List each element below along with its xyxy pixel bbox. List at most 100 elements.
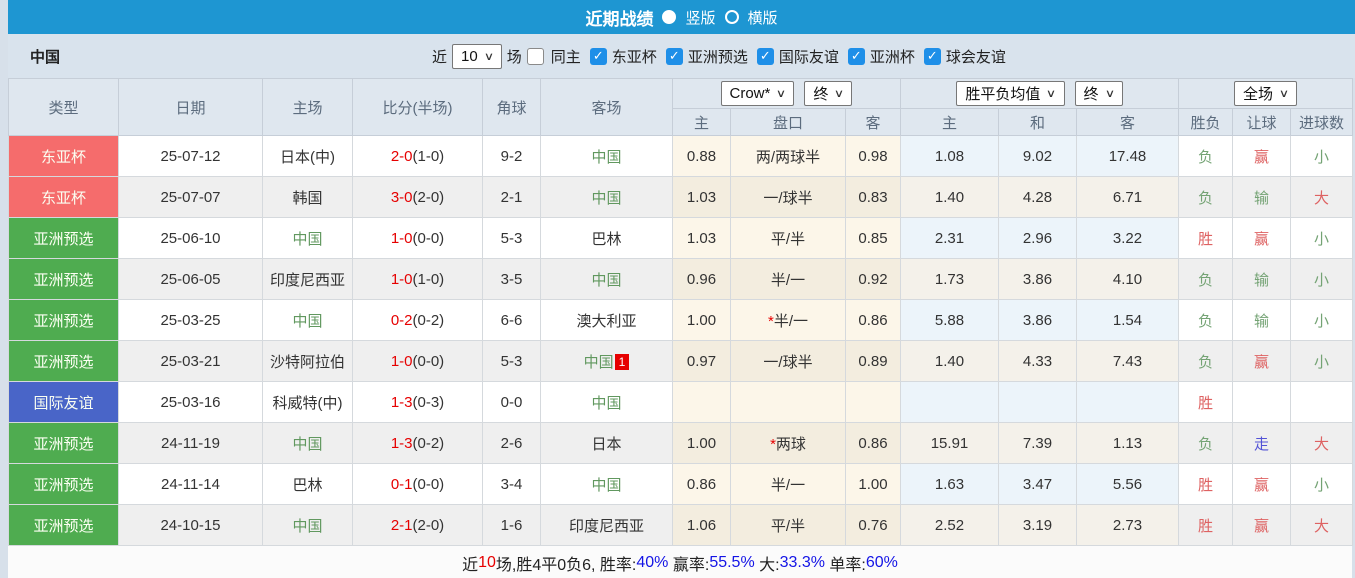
cell-home-team: 日本(中) (262, 135, 353, 177)
competition-label-asiancup[interactable]: 亚洲杯 (870, 46, 915, 67)
recent-count-select[interactable]: 10 ∨ (452, 43, 502, 69)
europe-odds-type-select[interactable]: 胜平负均值 ∨ (956, 81, 1065, 106)
cell-asia-home-odds (672, 381, 731, 423)
competition-checkbox-asiancup[interactable]: ✓ (847, 47, 865, 65)
cell-europe-draw-odds: 3.19 (998, 504, 1077, 546)
cell-corners: 1-6 (482, 504, 541, 546)
cell-asia-home-odds: 1.00 (672, 422, 731, 464)
cell-europe-draw-odds: 3.86 (998, 258, 1077, 300)
same-home-checkbox[interactable] (526, 47, 544, 65)
cell-date: 24-10-15 (118, 504, 263, 546)
cell-europe-draw-odds: 3.47 (998, 463, 1077, 505)
cell-goals-result: 小 (1290, 135, 1353, 177)
summary-bar: 近 10 场,胜4平0负6, 胜率: 40% 赢率: 55.5% 大: 33.3% 单率:… (8, 546, 1352, 578)
competition-checkbox-clubfriendly[interactable]: ✓ (923, 47, 941, 65)
subheader-europe-away: 客 (1076, 108, 1179, 136)
results-table: 类型 日期 主场 比分(半场) 角球 客场 Crow* ∨ 终 ∨ 胜平负均值 … (8, 78, 1353, 546)
cell-score: 1-0(1-0) (352, 258, 483, 300)
topbar: 近期战绩 竖版 横版 (8, 0, 1355, 34)
cell-asia-away-odds: 0.83 (845, 176, 901, 218)
cell-asia-home-odds: 1.00 (672, 299, 731, 341)
cell-away-team: 中国 (540, 176, 673, 218)
cell-handicap: 半/一 (730, 463, 846, 505)
cell-handicap-result: 输 (1232, 299, 1291, 341)
check-icon: ✓ (592, 48, 604, 63)
cell-win-loss: 胜 (1178, 217, 1233, 259)
cell-competition-type: 亚洲预选 (8, 463, 119, 505)
cell-asia-away-odds: 0.89 (845, 340, 901, 382)
summary-segment: 赢率: (668, 556, 710, 574)
table-row: 东亚杯 25-07-07 韩国 3-0(2-0) 2-1 中国 1.03 一/球半 0.83 1.… (8, 176, 1353, 218)
europe-odds-time-select[interactable]: 终 ∨ (1074, 81, 1123, 106)
asia-odds-time-select[interactable]: 终 ∨ (804, 81, 853, 106)
header-date: 日期 (118, 78, 263, 136)
table-row: 东亚杯 25-07-12 日本(中) 2-0(1-0) 9-2 中国 0.88 两/两球半 0.… (8, 135, 1353, 177)
cell-competition-type: 东亚杯 (8, 135, 119, 177)
period-select[interactable]: 全场 ∨ (1233, 81, 1298, 106)
page-title: 近期战绩 (585, 9, 654, 29)
cell-corners: 5-3 (482, 217, 541, 259)
cell-goals-result: 小 (1290, 217, 1353, 259)
competition-checkbox-asianqual[interactable]: ✓ (665, 47, 683, 65)
asia-odds-company-select[interactable]: Crow* ∨ (720, 81, 795, 106)
cell-score: 1-0(0-0) (352, 340, 483, 382)
competition-label-asianqual[interactable]: 亚洲预选 (688, 46, 748, 67)
cell-win-loss: 负 (1178, 176, 1233, 218)
cell-europe-draw-odds (998, 381, 1077, 423)
cell-date: 24-11-19 (118, 422, 263, 464)
table-row: 亚洲预选 24-10-15 中国 2-1(2-0) 1-6 印度尼西亚 1.06 平/半 0.7… (8, 504, 1353, 546)
cell-away-team: 中国 1 (540, 340, 673, 382)
cell-europe-home-odds: 1.08 (900, 135, 999, 177)
table-row: 亚洲预选 25-06-10 中国 1-0(0-0) 5-3 巴林 1.03 平/半 0.85 2.… (8, 217, 1353, 259)
cell-europe-away-odds: 2.73 (1076, 504, 1179, 546)
cell-home-team: 中国 (262, 217, 353, 259)
cell-asia-away-odds: 0.86 (845, 299, 901, 341)
cell-handicap-result: 走 (1232, 422, 1291, 464)
summary-segment: 10 (478, 553, 496, 571)
competition-checkbox-eastasia[interactable]: ✓ (589, 47, 607, 65)
cell-europe-draw-odds: 7.39 (998, 422, 1077, 464)
competition-label-clubfriendly[interactable]: 球会友谊 (946, 46, 1006, 67)
vertical-layout-label[interactable]: 竖版 (685, 7, 715, 28)
horizontal-layout-radio[interactable] (724, 10, 739, 24)
cell-score: 2-1(2-0) (352, 504, 483, 546)
cell-away-team: 巴林 (540, 217, 673, 259)
cell-competition-type: 亚洲预选 (8, 258, 119, 300)
horizontal-layout-label[interactable]: 横版 (748, 7, 778, 28)
cell-win-loss: 负 (1178, 340, 1233, 382)
cell-europe-home-odds: 2.52 (900, 504, 999, 546)
cell-corners: 9-2 (482, 135, 541, 177)
cell-goals-result: 小 (1290, 463, 1353, 505)
filters-group: 近 10 ∨ 场 同主 ✓ 东亚杯 ✓ 亚洲预选 ✓ 国际友谊 ✓ 亚洲杯 ✓ … (432, 43, 1010, 69)
cell-goals-result: 大 (1290, 176, 1353, 218)
cell-asia-home-odds: 1.03 (672, 176, 731, 218)
cell-score: 3-0(2-0) (352, 176, 483, 218)
competition-checkbox-friendly[interactable]: ✓ (756, 47, 774, 65)
asia-odds-header: Crow* ∨ 终 ∨ (672, 78, 901, 109)
cell-home-team: 巴林 (262, 463, 353, 505)
cell-handicap: 平/半 (730, 504, 846, 546)
cell-away-team: 中国 (540, 381, 673, 423)
cell-europe-away-odds: 5.56 (1076, 463, 1179, 505)
check-icon: ✓ (850, 48, 862, 63)
cell-asia-away-odds: 0.76 (845, 504, 901, 546)
check-icon: ✓ (759, 48, 771, 63)
vertical-layout-radio[interactable] (662, 10, 677, 24)
cell-corners: 3-5 (482, 258, 541, 300)
same-home-label[interactable]: 同主 (551, 46, 581, 67)
competition-label-friendly[interactable]: 国际友谊 (779, 46, 839, 67)
cell-date: 25-03-16 (118, 381, 263, 423)
subheader-europe-home: 主 (900, 108, 999, 136)
chevron-down-icon: ∨ (483, 50, 494, 63)
cell-date: 25-07-07 (118, 176, 263, 218)
cell-goals-result: 小 (1290, 299, 1353, 341)
cell-home-team: 中国 (262, 299, 353, 341)
cell-away-team: 印度尼西亚 (540, 504, 673, 546)
competition-label-eastasia[interactable]: 东亚杯 (612, 46, 657, 67)
subheader-winloss: 胜负 (1178, 108, 1233, 136)
cell-asia-away-odds (845, 381, 901, 423)
subheader-handicap: 盘口 (730, 108, 846, 136)
chevron-down-icon: ∨ (776, 88, 787, 100)
cell-home-team: 中国 (262, 422, 353, 464)
header-corners: 角球 (482, 78, 541, 136)
